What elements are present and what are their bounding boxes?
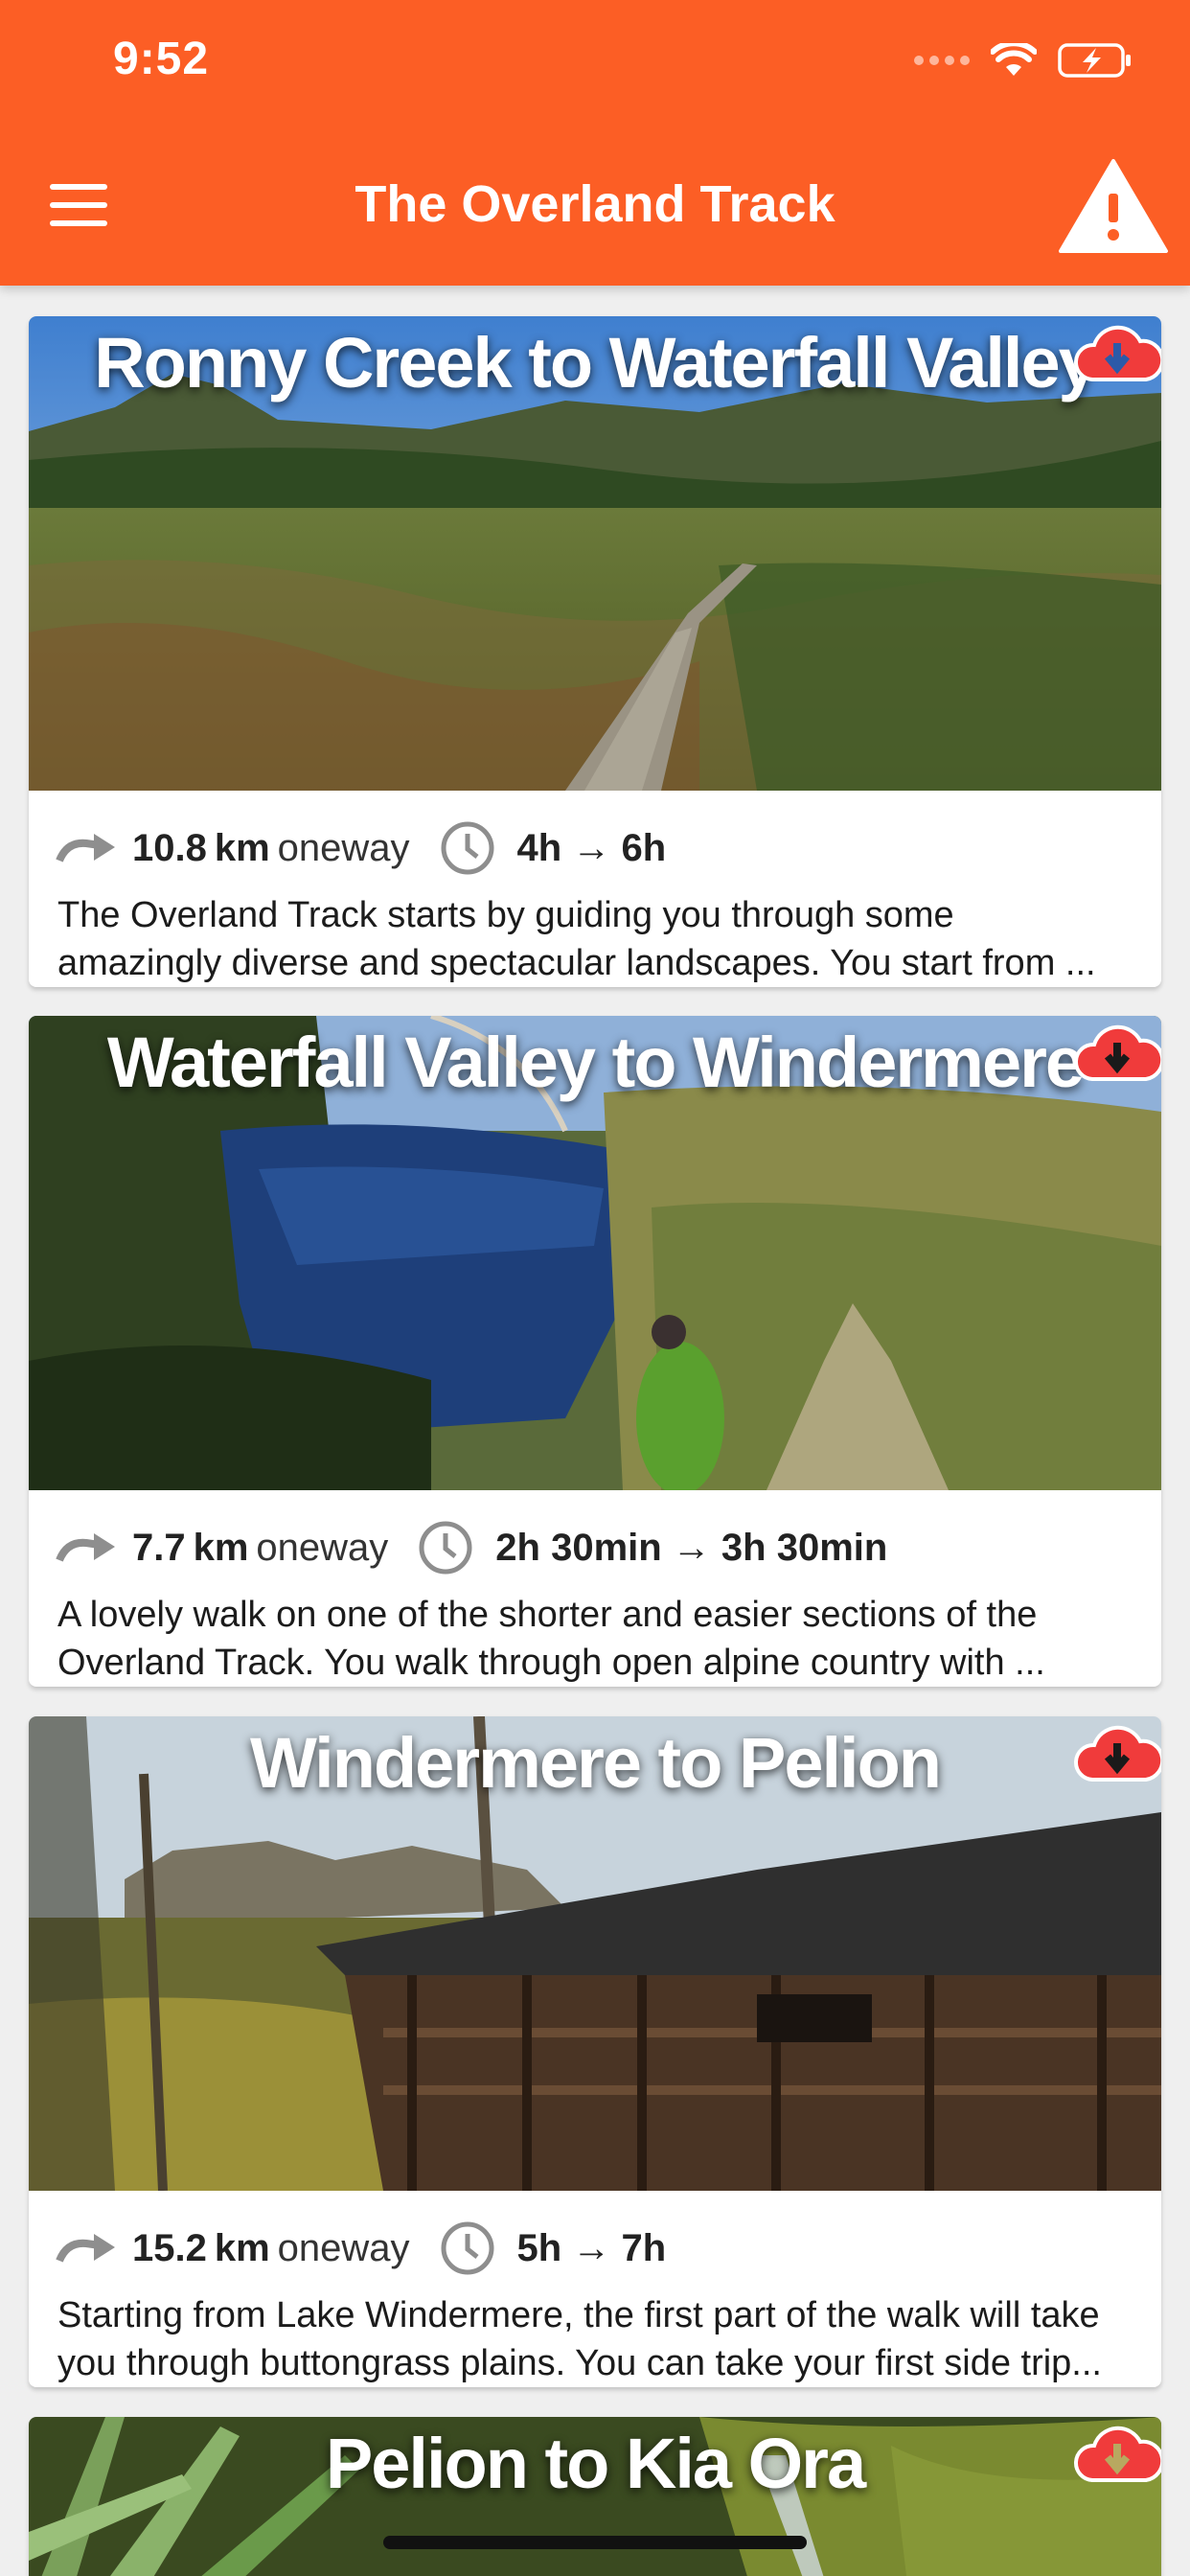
section-stats: 7.7 km oneway 2h 30min → 3h 30min (56, 1519, 887, 1576)
clock-icon (419, 1521, 472, 1575)
section-card[interactable]: Waterfall Valley to Windermere 7.7 km on… (29, 1016, 1161, 1687)
cloud-download-icon[interactable] (1071, 1720, 1161, 1787)
direction-label: oneway (256, 1526, 389, 1569)
cloud-download-icon[interactable] (1071, 2421, 1161, 2488)
cloud-download-icon[interactable] (1071, 320, 1161, 387)
status-icons (914, 42, 1133, 79)
section-title: Pelion to Kia Ora (325, 2424, 866, 2503)
section-description: The Overland Track starts by guiding you… (57, 891, 1138, 987)
section-photo: Ronny Creek to Waterfall Valley (29, 316, 1161, 791)
section-title: Windermere to Pelion (249, 1723, 942, 1803)
battery-charging-icon (1058, 43, 1131, 78)
section-card[interactable]: Pelion to Kia Ora (29, 2417, 1161, 2576)
duration-value: 2h 30min → 3h 30min (495, 1526, 888, 1569)
page-title: The Overland Track (355, 175, 835, 233)
warning-triangle-icon[interactable] (1058, 157, 1169, 255)
distance-value: 7.7 (132, 1526, 186, 1569)
duration-value: 5h → 7h (516, 2226, 667, 2269)
description-line: you through buttongrass plains. You can … (57, 2343, 1102, 2383)
cellular-signal-icon (914, 56, 970, 65)
distance-unit: km (214, 2226, 270, 2269)
description-line: The Overland Track starts by guiding you… (57, 895, 954, 935)
section-title: Ronny Creek to Waterfall Valley (94, 323, 1098, 402)
section-title: Waterfall Valley to Windermere (106, 1023, 1085, 1102)
section-card[interactable]: Windermere to Pelion 15.2 km oneway 5h →… (29, 1716, 1161, 2387)
section-photo: Windermere to Pelion (29, 1716, 1161, 2191)
status-time: 9:52 (113, 34, 210, 84)
clock-icon (441, 2221, 494, 2275)
route-arrow-icon (56, 2234, 115, 2263)
duration-value: 4h → 6h (516, 826, 667, 869)
distance-unit: km (193, 1526, 249, 1569)
distance-value: 15.2 (132, 2226, 207, 2269)
section-card[interactable]: Ronny Creek to Waterfall Valley 10.8 km … (29, 316, 1161, 987)
section-stats: 15.2 km oneway 5h → 7h (56, 2220, 666, 2277)
cloud-download-icon[interactable] (1071, 1020, 1161, 1087)
description-line: A lovely walk on one of the shorter and … (57, 1595, 1038, 1635)
section-photo: Pelion to Kia Ora (29, 2417, 1161, 2576)
route-arrow-icon (56, 834, 115, 862)
route-arrow-icon (56, 1533, 115, 1562)
section-description: A lovely walk on one of the shorter and … (57, 1591, 1138, 1687)
direction-label: oneway (277, 826, 410, 869)
section-list[interactable]: Ronny Creek to Waterfall Valley 10.8 km … (0, 286, 1190, 2576)
section-stats: 10.8 km oneway 4h → 6h (56, 819, 666, 877)
home-indicator[interactable] (383, 2536, 807, 2549)
section-photo: Waterfall Valley to Windermere (29, 1016, 1161, 1490)
clock-icon (441, 821, 494, 875)
wifi-icon (991, 43, 1037, 76)
description-line: Starting from Lake Windermere, the first… (57, 2295, 1100, 2335)
distance-unit: km (214, 826, 270, 869)
direction-label: oneway (277, 2226, 410, 2269)
description-line: amazingly diverse and spectacular landsc… (57, 943, 1096, 983)
distance-value: 10.8 (132, 826, 207, 869)
description-line: Overland Track. You walk through open al… (57, 1643, 1045, 1683)
section-description: Starting from Lake Windermere, the first… (57, 2291, 1138, 2387)
app-header: 9:52 The Overland Track (0, 0, 1190, 286)
